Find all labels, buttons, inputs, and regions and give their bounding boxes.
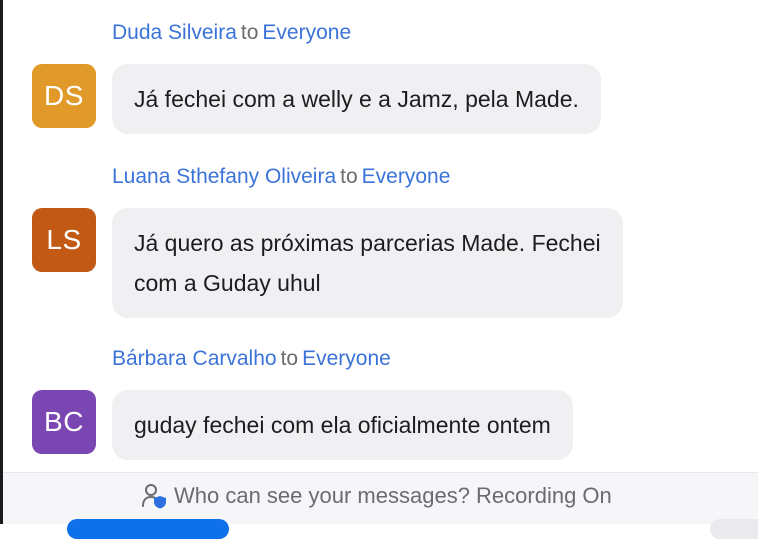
to-label: to [240, 21, 259, 44]
message-privacy-link[interactable]: Who can see your messages? Recording On [140, 481, 612, 511]
sender-name[interactable]: Bárbara Carvalho [112, 347, 277, 370]
avatar-initials: LS [46, 224, 82, 255]
message-bubble[interactable]: guday fechei com ela oficialmente ontem [112, 390, 573, 460]
message-bubble[interactable]: Já quero as próximas parcerias Made. Fec… [112, 208, 623, 318]
person-shield-icon [140, 482, 168, 510]
message-text-line: Já fechei com a welly e a Jamz, pela Mad… [134, 86, 579, 112]
chat-footer: Who can see your messages? Recording On [3, 472, 758, 539]
sender-name[interactable]: Luana Sthefany Oliveira [112, 165, 336, 188]
message-header: Luana Sthefany Oliveira to Everyone [112, 164, 450, 190]
message-text-line: com a Guday uhul [134, 270, 321, 296]
avatar: BC [32, 390, 96, 454]
message-header: Duda Silveira to Everyone [112, 20, 351, 46]
message-text-line: Já quero as próximas parcerias Made. Fec… [134, 230, 601, 256]
to-label: to [340, 165, 358, 188]
privacy-status-text: Who can see your messages? Recording On [174, 483, 612, 508]
avatar-initials: BC [44, 406, 84, 437]
sender-name[interactable]: Duda Silveira [112, 21, 237, 44]
avatar-initials: DS [44, 80, 84, 111]
message-header: Bárbara Carvalho to Everyone [112, 346, 391, 372]
message-bubble[interactable]: Já fechei com a welly e a Jamz, pela Mad… [112, 64, 601, 134]
primary-action-button[interactable] [67, 519, 229, 539]
message-text-line: guday fechei com ela oficialmente ontem [134, 412, 551, 438]
to-label: to [280, 347, 299, 370]
secondary-action-button[interactable] [710, 519, 758, 539]
recipient-name[interactable]: Everyone [302, 347, 391, 370]
avatar: DS [32, 64, 96, 128]
avatar: LS [32, 208, 96, 272]
recipient-name[interactable]: Everyone [262, 21, 351, 44]
chat-message-list[interactable]: Duda Silveira to Everyone DS Já fechei com… [3, 0, 758, 472]
recipient-name[interactable]: Everyone [362, 165, 451, 188]
